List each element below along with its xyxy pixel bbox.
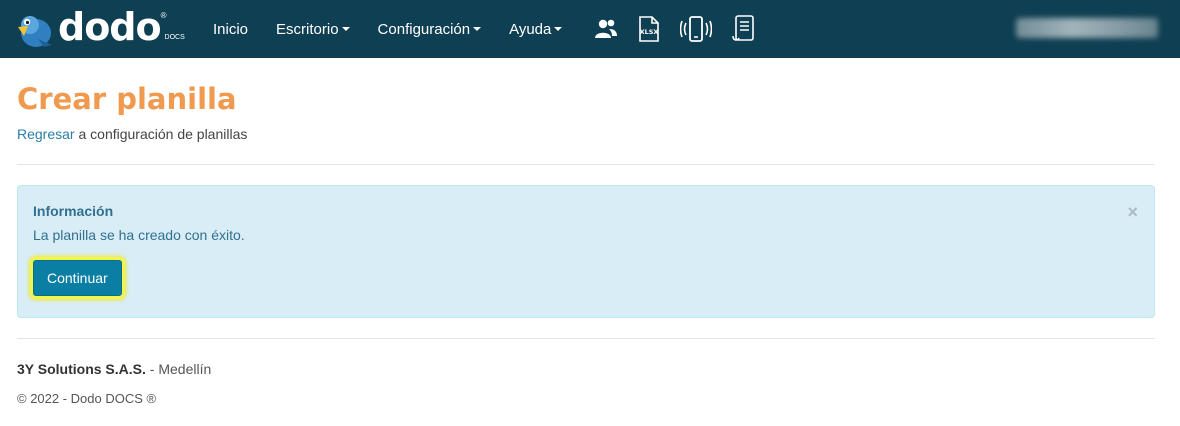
back-navigation: Regresar a configuración de planillas [17,126,1155,142]
users-icon[interactable] [594,18,618,40]
caret-down-icon [341,27,350,31]
back-link-suffix: a configuración de planillas [74,126,248,142]
company-city: - Medellín [145,361,212,377]
brand-registered-mark: ® [160,10,167,20]
brand-subtitle: DOCS [164,33,185,41]
alert-title: Información [33,203,114,219]
mobile-vibrate-icon[interactable] [680,16,713,42]
back-link[interactable]: Regresar [17,126,75,142]
dodo-bird-icon [14,9,58,49]
brand-name: dodo [58,5,162,49]
nav-escritorio-label: Escritorio [276,20,339,38]
main-content: Crear planilla Regresar a configuración … [0,82,1180,406]
footer-copyright: © 2022 - Dodo DOCS ® [17,391,157,406]
company-name: 3Y Solutions S.A.S. [17,361,146,377]
nav-inicio-label: Inicio [213,20,249,38]
continue-button[interactable]: Continuar [33,260,122,296]
nav-ayuda-label: Ayuda [509,20,552,38]
close-icon[interactable]: × [1127,203,1138,221]
alert-message: La planilla se ha creado con éxito. [33,227,245,243]
footer-company: 3Y Solutions S.A.S. - Medellín [17,361,1155,377]
brand-logo[interactable]: dodo ® DOCS [14,5,196,49]
nav-configuracion-dropdown[interactable]: Configuración [378,21,482,38]
caret-down-icon [473,27,482,31]
nav-ayuda-dropdown[interactable]: Ayuda [509,20,563,38]
user-menu-blurred[interactable] [1016,18,1158,38]
xlsx-icon-label: XLSX [640,28,659,36]
page-title: Crear planilla [17,82,237,116]
top-navbar: dodo ® DOCS Inicio Escritorio Configurac… [0,0,1180,58]
nav-configuracion-label: Configuración [377,20,471,38]
caret-down-icon [554,27,563,31]
divider [17,164,1155,165]
document-list-icon[interactable] [732,15,756,43]
divider [17,338,1155,339]
xlsx-file-icon[interactable]: XLSX [638,16,660,42]
nav-escritorio-dropdown[interactable]: Escritorio [276,21,350,38]
info-alert: Información La planilla se ha creado con… [17,185,1155,318]
nav-inicio[interactable]: Inicio [213,21,248,38]
